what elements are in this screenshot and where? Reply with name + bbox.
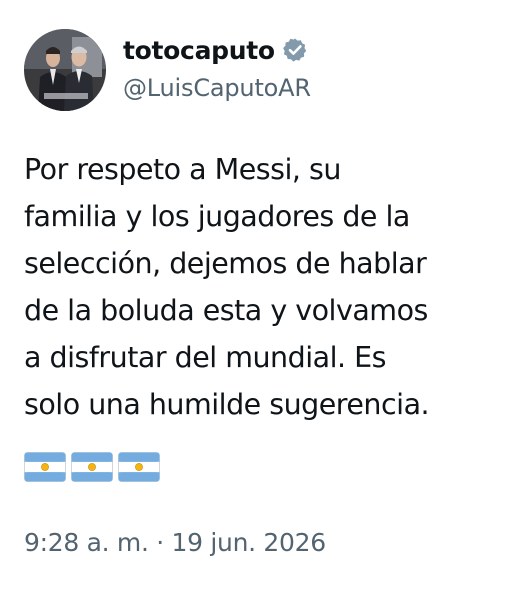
tweet-text-line: familia y los jugadores de la bbox=[24, 200, 410, 233]
tweet-text-line: a disfrutar del mundial. Es bbox=[24, 341, 386, 374]
argentina-flag-icon bbox=[118, 452, 160, 482]
user-info: totocaputo @LuisCaputoAR bbox=[123, 32, 311, 103]
display-name[interactable]: totocaputo bbox=[123, 36, 275, 65]
argentina-flag-icon bbox=[24, 452, 66, 482]
tweet-text-line: Por respeto a Messi, su bbox=[24, 153, 341, 186]
user-handle[interactable]: @LuisCaputoAR bbox=[123, 74, 311, 102]
tweet-text: Por respeto a Messi, su familia y los ju… bbox=[24, 146, 504, 428]
tweet-card: totocaputo @LuisCaputoAR Por respeto a M… bbox=[0, 0, 520, 590]
emoji-row bbox=[24, 452, 160, 482]
verified-badge-icon bbox=[282, 37, 308, 63]
tweet-text-line: solo una humilde sugerencia. bbox=[24, 388, 430, 421]
avatar[interactable] bbox=[24, 29, 106, 111]
tweet-text-line: selección, dejemos de hablar bbox=[24, 247, 427, 280]
argentina-flag-icon bbox=[71, 452, 113, 482]
tweet-timestamp[interactable]: 9:28 a. m. · 19 jun. 2026 bbox=[24, 528, 326, 557]
tweet-text-line: de la boluda esta y volvamos bbox=[24, 294, 428, 327]
display-name-row: totocaputo bbox=[123, 32, 311, 68]
